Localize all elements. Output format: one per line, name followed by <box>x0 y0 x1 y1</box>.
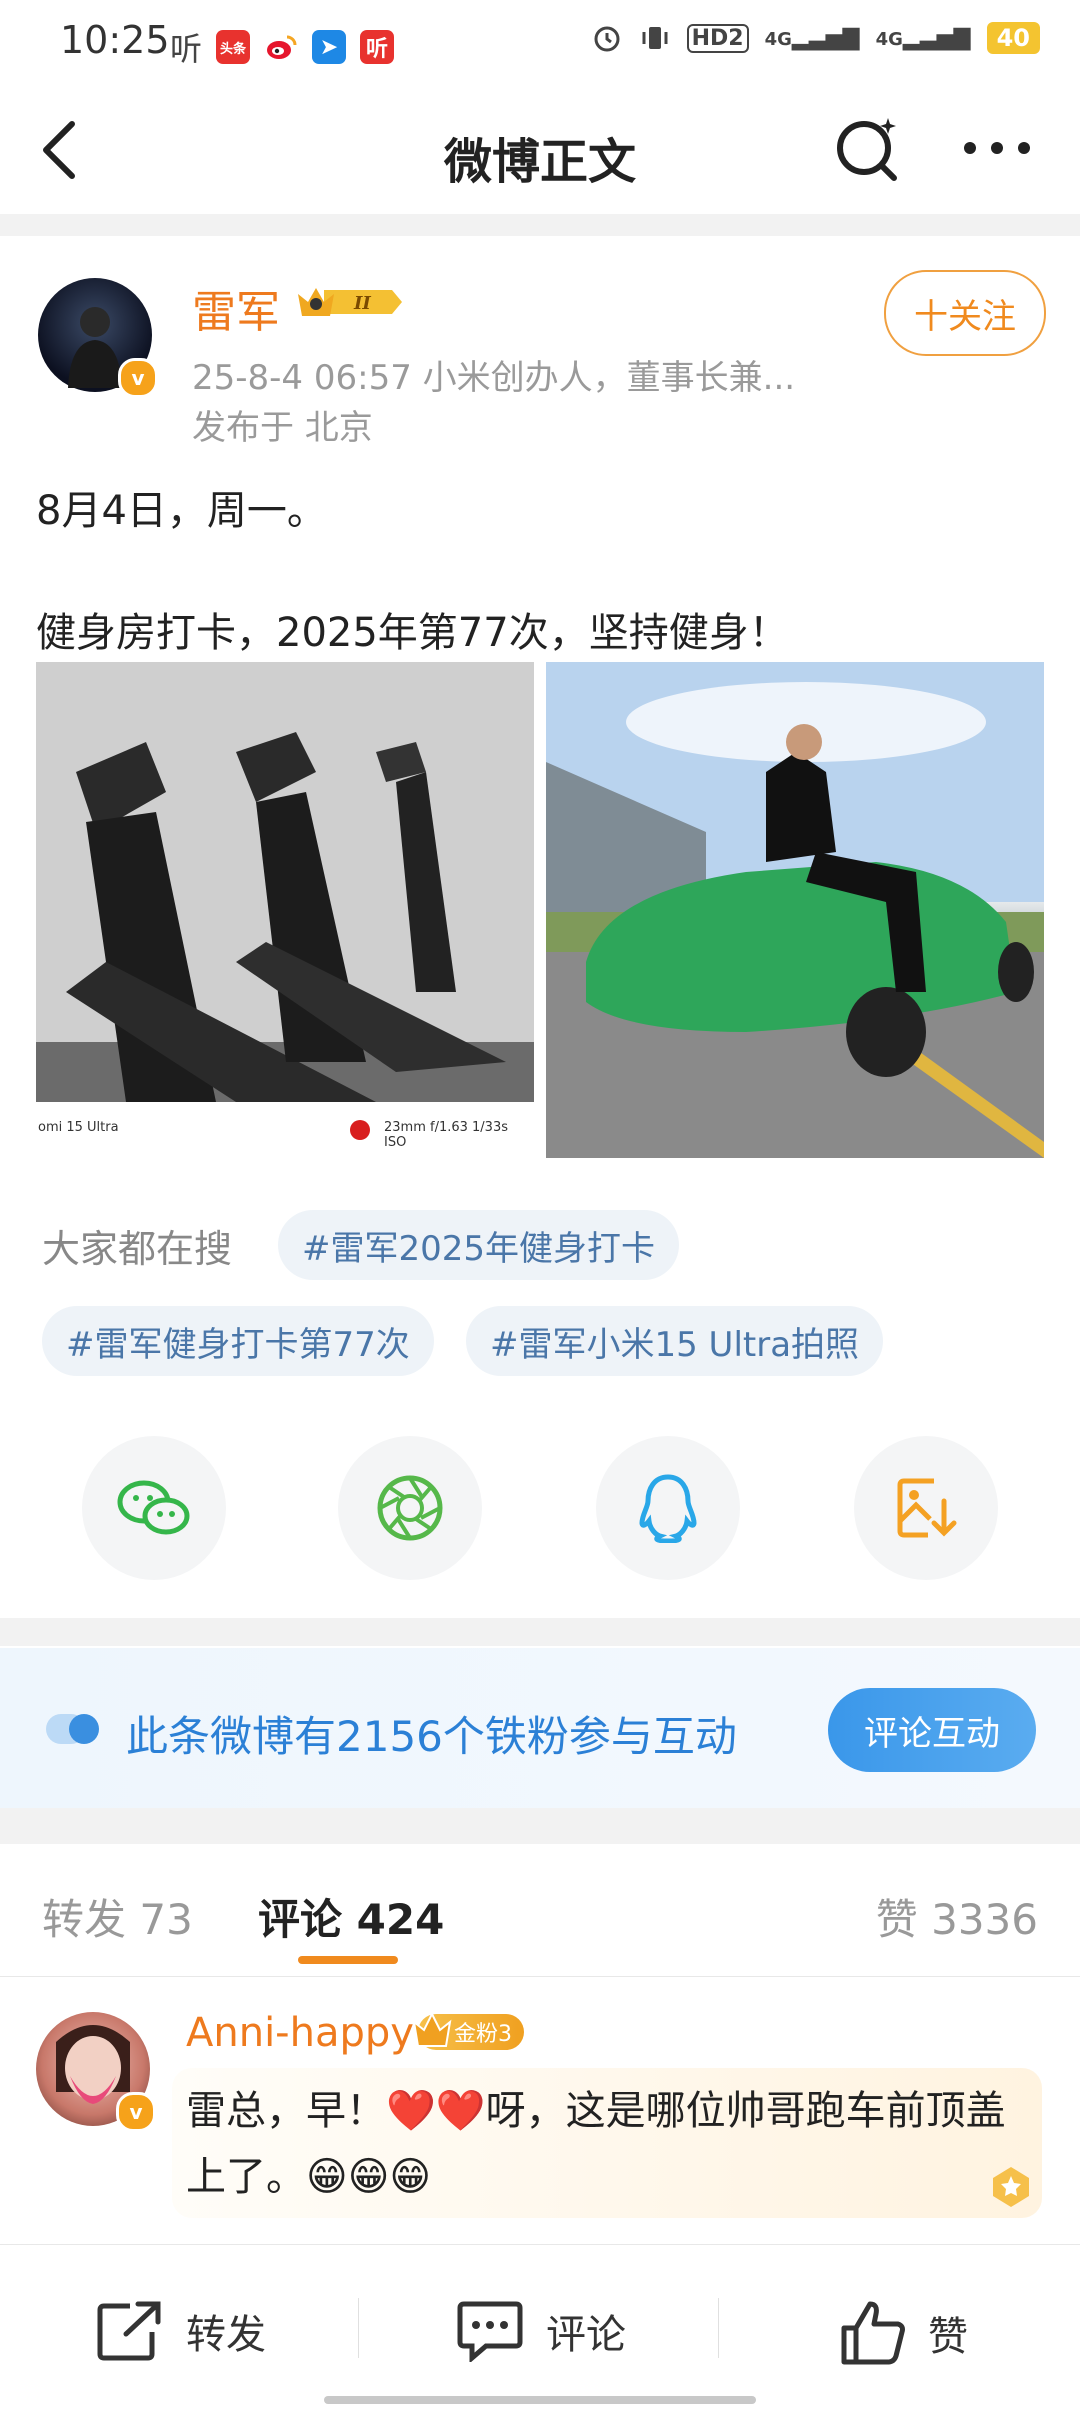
vibrate-icon <box>642 27 668 49</box>
bar-divider <box>358 2298 359 2358</box>
comment-label: 评论 <box>546 2312 626 2358</box>
post-image-gym[interactable]: omi 15 Ultra 23mm f/1.63 1/33s ISO <box>36 662 534 1158</box>
gym-scene <box>36 662 534 1158</box>
repost-label: 转发 <box>186 2312 266 2358</box>
hot-search-label: 大家都在搜 <box>42 1227 233 1271</box>
hashtag-3[interactable]: #雷军小米15 Ultra拍照 <box>466 1306 884 1376</box>
verified-badge-icon: v <box>118 358 158 398</box>
more-dots-icon <box>964 142 1030 154</box>
search-button[interactable] <box>834 112 904 188</box>
listen-app-icon: 听 <box>360 30 395 64</box>
toutiao-icon: 头条 <box>216 30 251 64</box>
status-right-icons: HD2 4G▂▃▅▇ 4G▂▃▅▇ 40 <box>591 22 1040 54</box>
svg-text:II: II <box>353 293 371 314</box>
status-time: 10:25 <box>60 18 170 62</box>
navigation-icon: ➤ <box>312 30 347 64</box>
divider <box>0 1976 1080 1977</box>
alarm-icon <box>594 26 620 52</box>
commenter-avatar[interactable]: v <box>36 2012 156 2132</box>
image-caption-model: omi 15 Ultra <box>38 1120 119 1135</box>
battery-icon: 40 <box>986 22 1040 54</box>
search-icon <box>837 118 897 181</box>
divider <box>0 214 1080 236</box>
post-location: 发布于 北京 <box>192 408 373 448</box>
page-title: 微博正文 <box>443 134 636 190</box>
section-divider <box>0 1808 1080 1844</box>
weibo-icon <box>264 30 299 64</box>
post-image-car[interactable] <box>546 662 1044 1158</box>
crown-icon <box>412 2011 452 2047</box>
toggle-dots-icon <box>44 1712 102 1750</box>
bar-divider <box>718 2298 719 2358</box>
share-wechat-button[interactable] <box>82 1436 226 1580</box>
share-arrow-icon <box>97 2301 161 2361</box>
like-label: 赞 <box>928 2314 968 2360</box>
fans-banner-text: 此条微博有2156个铁粉参与互动 <box>126 1712 737 1761</box>
wechat-icon <box>117 1480 190 1535</box>
more-button[interactable] <box>960 136 1034 160</box>
image-caption-exif: 23mm f/1.63 1/33s ISO <box>384 1120 509 1150</box>
author-name[interactable]: 雷军 <box>192 276 280 340</box>
car-scene <box>546 662 1044 1158</box>
moments-icon <box>377 1475 443 1541</box>
comment-interact-button[interactable]: 评论互动 <box>828 1688 1036 1772</box>
share-qq-button[interactable] <box>596 1436 740 1580</box>
listen-icon: 听 <box>170 30 203 68</box>
comment-bubble-icon <box>457 2301 523 2362</box>
home-indicator[interactable] <box>324 2396 756 2404</box>
fan-badge: 金粉3 <box>412 2011 524 2050</box>
signal-icon-2: 4G▂▃▅▇ <box>875 25 971 51</box>
verified-badge-icon: v <box>116 2092 156 2132</box>
comment-button[interactable]: 评论 <box>456 2300 626 2362</box>
author-avatar[interactable]: v <box>38 278 158 398</box>
section-divider <box>0 1618 1080 1646</box>
thumbs-up-icon <box>841 2301 905 2365</box>
tab-comment[interactable]: 评论 424 <box>258 1886 444 1947</box>
signal-icon-1: 4G▂▃▅▇ <box>764 25 860 51</box>
hashtag-2[interactable]: #雷军健身打卡第77次 <box>42 1306 434 1376</box>
level-badge-icon: II <box>294 280 404 324</box>
decoration-badge-icon <box>988 2164 1034 2214</box>
post-text-line1: 8月4日，周一。 <box>36 488 327 534</box>
save-image-icon <box>897 1478 957 1538</box>
hashtag-1[interactable]: #雷军2025年健身打卡 <box>278 1210 680 1280</box>
comment-text: 雷总，早！❤️❤️呀，这是哪位帅哥跑车前顶盖上了。😁😁😁 <box>186 2088 1006 2200</box>
tab-repost[interactable]: 转发 73 <box>42 1886 193 1947</box>
qq-icon <box>639 1474 697 1543</box>
fan-badge-label: 金粉3 <box>454 2022 512 2047</box>
commenter-name[interactable]: Anni-happy <box>186 2010 414 2056</box>
share-moments-button[interactable] <box>338 1436 482 1580</box>
tab-like[interactable]: 赞 3336 <box>876 1886 1038 1947</box>
save-image-button[interactable] <box>854 1436 998 1580</box>
tab-indicator <box>298 1956 398 1964</box>
post-text-line2: 健身房打卡，2025年第77次，坚持健身！ <box>36 610 789 656</box>
follow-button[interactable]: 十关注 <box>884 270 1046 356</box>
repost-button[interactable]: 转发 <box>96 2300 266 2362</box>
status-left-icons: 听 头条 ➤ 听 <box>170 24 395 70</box>
post-meta: 25-8-4 06:57 小米创办人，董事长兼... <box>192 358 796 398</box>
like-button[interactable]: 赞 <box>840 2300 968 2366</box>
hd-icon: HD2 <box>686 23 749 53</box>
